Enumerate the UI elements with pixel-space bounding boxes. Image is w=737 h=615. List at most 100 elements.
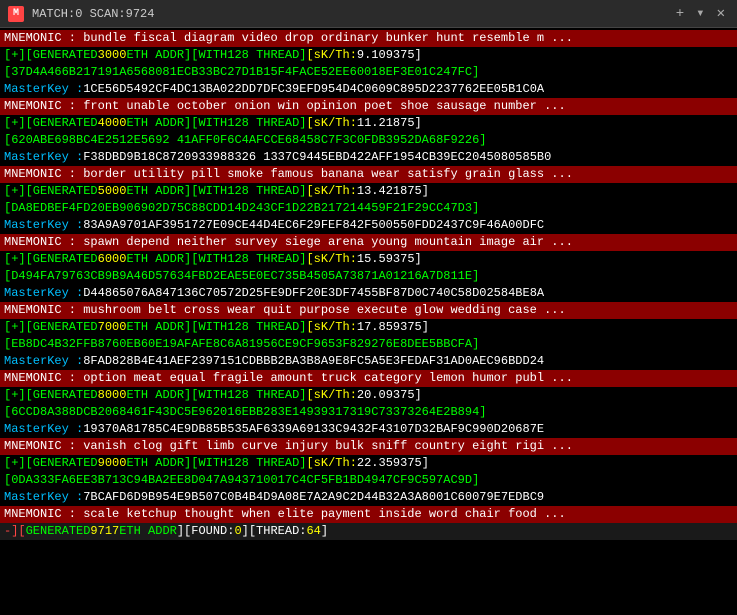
gen-thread: 128 THREAD]	[227, 251, 306, 268]
terminal-content: MNEMONIC : bundle fiscal diagram video d…	[0, 28, 737, 615]
gen-number: 8000	[98, 387, 127, 404]
gen-val: 20.09375]	[357, 387, 422, 404]
gen-eth: ETH ADDR][WITH	[126, 455, 227, 472]
masterkey-value: F38DBD9B18C8720933988326 1337C9445EBD422…	[83, 149, 551, 166]
gen-sk: [sK/Th:	[306, 47, 356, 64]
gen-sk: [sK/Th:	[306, 183, 356, 200]
masterkey-value: D44865076A847136C70572D25FE9DFF20E3DF745…	[83, 285, 544, 302]
masterkey-value: 8FAD828B4E41AEF2397151CDBBB2BA3B8A9E8FC5…	[83, 353, 544, 370]
gen-thread: 128 THREAD]	[227, 183, 306, 200]
status-found-num: 0	[234, 523, 241, 540]
gen-eth: ETH ADDR][WITH	[126, 115, 227, 132]
titlebar-actions: + ▾ ✕	[672, 5, 729, 22]
app-icon: M	[8, 6, 24, 22]
titlebar-title: MATCH:0 SCAN:9724	[32, 7, 664, 21]
close-button[interactable]: ✕	[713, 5, 729, 22]
terminal-line-10: [DA8EDBEF4FD20EB906902D75C88CDD14D243CF1…	[0, 200, 737, 217]
mnemonic-text: MNEMONIC : scale ketchup thought when el…	[4, 506, 566, 523]
gen-prefix: [+][GENERATED	[4, 455, 98, 472]
terminal-line-8: MNEMONIC : border utility pill smoke fam…	[0, 166, 737, 183]
status-thread-num: 64	[306, 523, 320, 540]
status-thread-label: ][THREAD:	[242, 523, 307, 540]
masterkey-value: 1CE56D5492CF4DC13BA022DD7DFC39EFD954D4C0…	[83, 81, 544, 98]
mnemonic-text: MNEMONIC : mushroom belt cross wear quit…	[4, 302, 566, 319]
masterkey-value: 83A9A9701AF3951727E09CE44D4EC6F29FEF842F…	[83, 217, 544, 234]
status-eth: ETH ADDR	[119, 523, 177, 540]
gen-eth: ETH ADDR][WITH	[126, 251, 227, 268]
status-gen-num: 9717	[90, 523, 119, 540]
mnemonic-text: MNEMONIC : front unable october onion wi…	[4, 98, 566, 115]
gen-val: 15.59375]	[357, 251, 422, 268]
gen-prefix: [+][GENERATED	[4, 387, 98, 404]
status-neg: -][	[4, 523, 26, 540]
gen-number: 9000	[98, 455, 127, 472]
gen-number: 6000	[98, 251, 127, 268]
terminal-line-18: [EB8DC4B32FFB8760EB60E19AFAFE8C6A81956CE…	[0, 336, 737, 353]
terminal-line-29: -][ GENERATED 9717 ETH ADDR ][FOUND:0][T…	[0, 523, 737, 540]
terminal-line-9: [+][GENERATED 5000 ETH ADDR][WITH 128 TH…	[0, 183, 737, 200]
terminal-line-5: [+][GENERATED 4000 ETH ADDR][WITH 128 TH…	[0, 115, 737, 132]
terminal-line-26: [0DA333FA6EE3B713C94BA2EE8D047A943710017…	[0, 472, 737, 489]
masterkey-value: 19370A81785C4E9DB85B535AF6339A69133C9432…	[83, 421, 544, 438]
gen-sk: [sK/Th:	[306, 115, 356, 132]
addr-hash: [37D4A466B217191A6568081ECB33BC27D1B15F4…	[4, 64, 479, 81]
gen-eth: ETH ADDR][WITH	[126, 387, 227, 404]
status-close: ]	[321, 523, 328, 540]
gen-thread: 128 THREAD]	[227, 47, 306, 64]
terminal-line-2: [37D4A466B217191A6568081ECB33BC27D1B15F4…	[0, 64, 737, 81]
addr-hash: [D494FA79763CB9B9A46D57634FBD2EAE5E0EC73…	[4, 268, 479, 285]
terminal-line-20: MNEMONIC : option meat equal fragile amo…	[0, 370, 737, 387]
gen-number: 4000	[98, 115, 127, 132]
terminal-line-6: [620ABE698BC4E2512E5692 41AFF0F6C4AFCCE6…	[0, 132, 737, 149]
gen-val: 22.359375]	[357, 455, 429, 472]
terminal-line-12: MNEMONIC : spawn depend neither survey s…	[0, 234, 737, 251]
gen-number: 3000	[98, 47, 127, 64]
gen-number: 7000	[98, 319, 127, 336]
terminal-line-23: MasterKey : 19370A81785C4E9DB85B535AF633…	[0, 421, 737, 438]
gen-val: 9.109375]	[357, 47, 422, 64]
gen-val: 11.21875]	[357, 115, 422, 132]
gen-prefix: [+][GENERATED	[4, 47, 98, 64]
terminal-line-17: [+][GENERATED 7000 ETH ADDR][WITH 128 TH…	[0, 319, 737, 336]
gen-thread: 128 THREAD]	[227, 319, 306, 336]
gen-sk: [sK/Th:	[306, 251, 356, 268]
terminal-line-19: MasterKey : 8FAD828B4E41AEF2397151CDBBB2…	[0, 353, 737, 370]
terminal-line-28: MNEMONIC : scale ketchup thought when el…	[0, 506, 737, 523]
terminal-line-11: MasterKey : 83A9A9701AF3951727E09CE44D4E…	[0, 217, 737, 234]
addr-hash: [0DA333FA6EE3B713C94BA2EE8D047A943710017…	[4, 472, 479, 489]
gen-eth: ETH ADDR][WITH	[126, 47, 227, 64]
mnemonic-text: MNEMONIC : border utility pill smoke fam…	[4, 166, 573, 183]
terminal-line-22: [6CCD8A388DCB2068461F43DC5E962016EBB283E…	[0, 404, 737, 421]
terminal-line-0: MNEMONIC : bundle fiscal diagram video d…	[0, 30, 737, 47]
status-gen-label: GENERATED	[26, 523, 91, 540]
status-found-label: ][FOUND:	[177, 523, 235, 540]
add-tab-button[interactable]: +	[672, 6, 688, 22]
mnemonic-text: MNEMONIC : option meat equal fragile amo…	[4, 370, 573, 387]
addr-hash: [620ABE698BC4E2512E5692 41AFF0F6C4AFCCE6…	[4, 132, 486, 149]
terminal-line-13: [+][GENERATED 6000 ETH ADDR][WITH 128 TH…	[0, 251, 737, 268]
gen-sk: [sK/Th:	[306, 387, 356, 404]
addr-hash: [EB8DC4B32FFB8760EB60E19AFAFE8C6A81956CE…	[4, 336, 479, 353]
gen-thread: 128 THREAD]	[227, 115, 306, 132]
titlebar: M MATCH:0 SCAN:9724 + ▾ ✕	[0, 0, 737, 28]
gen-number: 5000	[98, 183, 127, 200]
terminal-line-3: MasterKey : 1CE56D5492CF4DC13BA022DD7DFC…	[0, 81, 737, 98]
gen-eth: ETH ADDR][WITH	[126, 319, 227, 336]
masterkey-value: 7BCAFD6D9B954E9B507C0B4B4D9A08E7A2A9C2D4…	[83, 489, 544, 506]
terminal-line-15: MasterKey : D44865076A847136C70572D25FE9…	[0, 285, 737, 302]
masterkey-label: MasterKey :	[4, 353, 83, 370]
terminal-line-16: MNEMONIC : mushroom belt cross wear quit…	[0, 302, 737, 319]
mnemonic-text: MNEMONIC : spawn depend neither survey s…	[4, 234, 573, 251]
terminal-line-7: MasterKey : F38DBD9B18C8720933988326 133…	[0, 149, 737, 166]
masterkey-label: MasterKey :	[4, 285, 83, 302]
terminal-line-25: [+][GENERATED 9000 ETH ADDR][WITH 128 TH…	[0, 455, 737, 472]
masterkey-label: MasterKey :	[4, 149, 83, 166]
gen-sk: [sK/Th:	[306, 455, 356, 472]
gen-prefix: [+][GENERATED	[4, 319, 98, 336]
terminal-line-4: MNEMONIC : front unable october onion wi…	[0, 98, 737, 115]
gen-prefix: [+][GENERATED	[4, 183, 98, 200]
more-button[interactable]: ▾	[692, 5, 708, 22]
gen-thread: 128 THREAD]	[227, 455, 306, 472]
mnemonic-text: MNEMONIC : bundle fiscal diagram video d…	[4, 30, 573, 47]
mnemonic-text: MNEMONIC : vanish clog gift limb curve i…	[4, 438, 573, 455]
